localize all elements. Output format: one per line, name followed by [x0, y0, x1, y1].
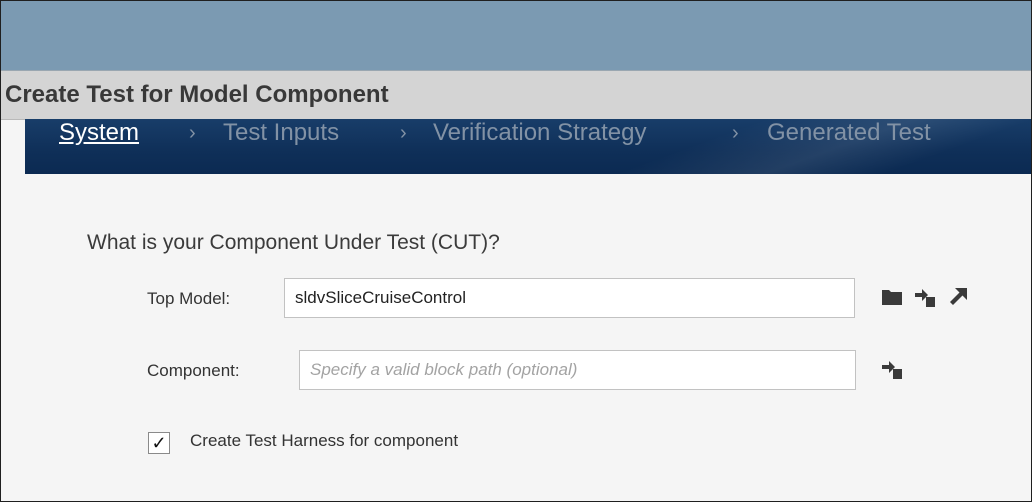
cut-question: What is your Component Under Test (CUT)?: [87, 231, 500, 254]
dialog-header: Create Test for Model Component: [1, 70, 1031, 120]
step-verification-strategy[interactable]: Verification Strategy: [433, 119, 646, 147]
use-current-model-icon[interactable]: [914, 286, 936, 308]
step-separator-icon: ›: [189, 122, 196, 144]
dialog-window: Create Test for Model Component System ›…: [0, 0, 1032, 502]
step-system[interactable]: System: [59, 119, 139, 147]
step-generated-test[interactable]: Generated Test: [767, 119, 931, 147]
step-separator-icon: ›: [732, 122, 739, 144]
window-titlebar[interactable]: [1, 1, 1031, 70]
step-separator-icon: ›: [400, 122, 407, 144]
folder-icon[interactable]: [881, 286, 903, 308]
create-harness-label[interactable]: Create Test Harness for component: [190, 431, 458, 451]
dialog-title: Create Test for Model Component: [5, 81, 389, 108]
create-harness-checkbox[interactable]: ✓: [148, 432, 170, 454]
system-page: What is your Component Under Test (CUT)?…: [25, 174, 1031, 501]
wizard-stepper: System › Test Inputs › Verification Stra…: [25, 119, 1031, 174]
use-current-block-icon[interactable]: [881, 358, 903, 380]
open-model-icon[interactable]: [947, 286, 969, 308]
component-label: Component:: [147, 361, 240, 380]
top-model-input[interactable]: [284, 278, 855, 318]
step-test-inputs[interactable]: Test Inputs: [223, 119, 339, 147]
component-input[interactable]: [299, 350, 856, 390]
top-model-label: Top Model:: [147, 289, 231, 308]
